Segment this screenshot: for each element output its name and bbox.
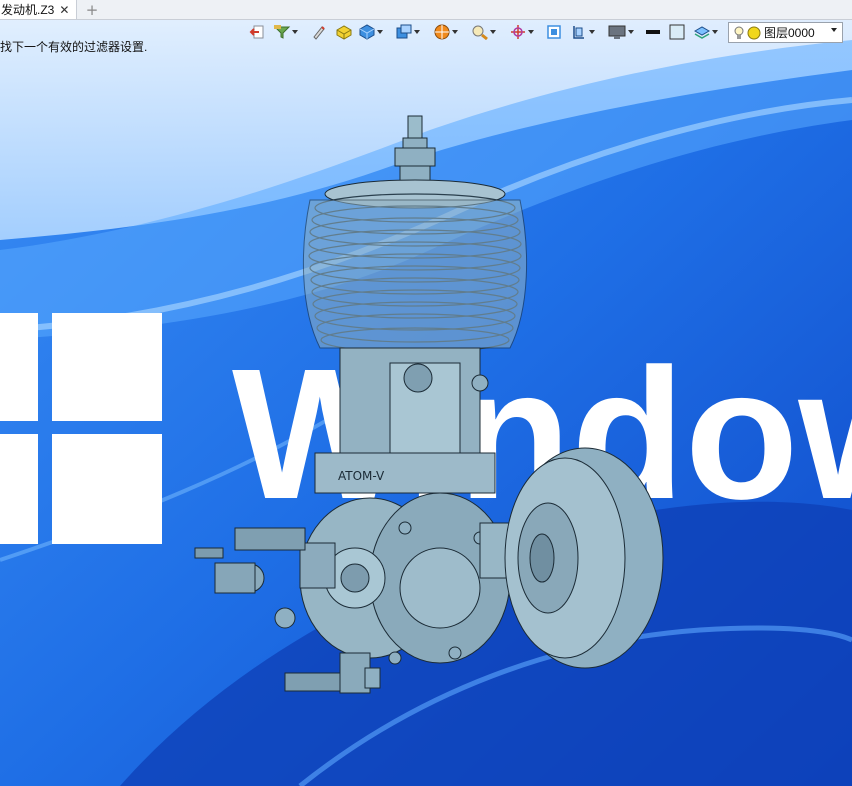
section-icon[interactable] — [570, 21, 595, 43]
filter-icon[interactable] — [273, 21, 298, 43]
tab-title: 发动机.Z3 — [1, 3, 55, 17]
layer-label: 图层0000 — [764, 26, 815, 40]
add-tab-button[interactable]: + — [84, 0, 100, 19]
engine-model[interactable]: ATOM-V — [190, 108, 670, 708]
fill-color-icon[interactable] — [669, 21, 685, 43]
lightbulb-icon — [734, 26, 744, 39]
fit-view-icon[interactable] — [546, 21, 562, 43]
chevron-down-icon[interactable] — [831, 28, 837, 32]
layer-color-icon — [747, 26, 761, 39]
zoom-icon[interactable] — [471, 21, 496, 43]
tab-engine-file[interactable]: 发动机.Z3 ✕ — [0, 0, 77, 19]
svg-text:ATOM-V: ATOM-V — [338, 469, 385, 483]
close-icon[interactable]: ✕ — [59, 3, 69, 17]
tab-bar: 发动机.Z3 ✕ + — [0, 0, 852, 20]
line-color-icon[interactable] — [645, 21, 661, 43]
view-orient-icon[interactable] — [395, 21, 420, 43]
layer-stack-icon[interactable] — [693, 21, 718, 43]
pen-icon[interactable] — [311, 21, 327, 43]
cube-view-icon[interactable] — [358, 21, 383, 43]
exit-icon[interactable] — [249, 21, 265, 43]
display-icon[interactable] — [607, 21, 634, 43]
solid-icon[interactable] — [335, 21, 353, 43]
status-message: 找下一个有效的过滤器设置. — [0, 40, 148, 54]
layer-select[interactable]: 图层0000 — [728, 22, 843, 43]
pan-icon[interactable] — [509, 21, 534, 43]
render-mode-icon[interactable] — [433, 21, 458, 43]
